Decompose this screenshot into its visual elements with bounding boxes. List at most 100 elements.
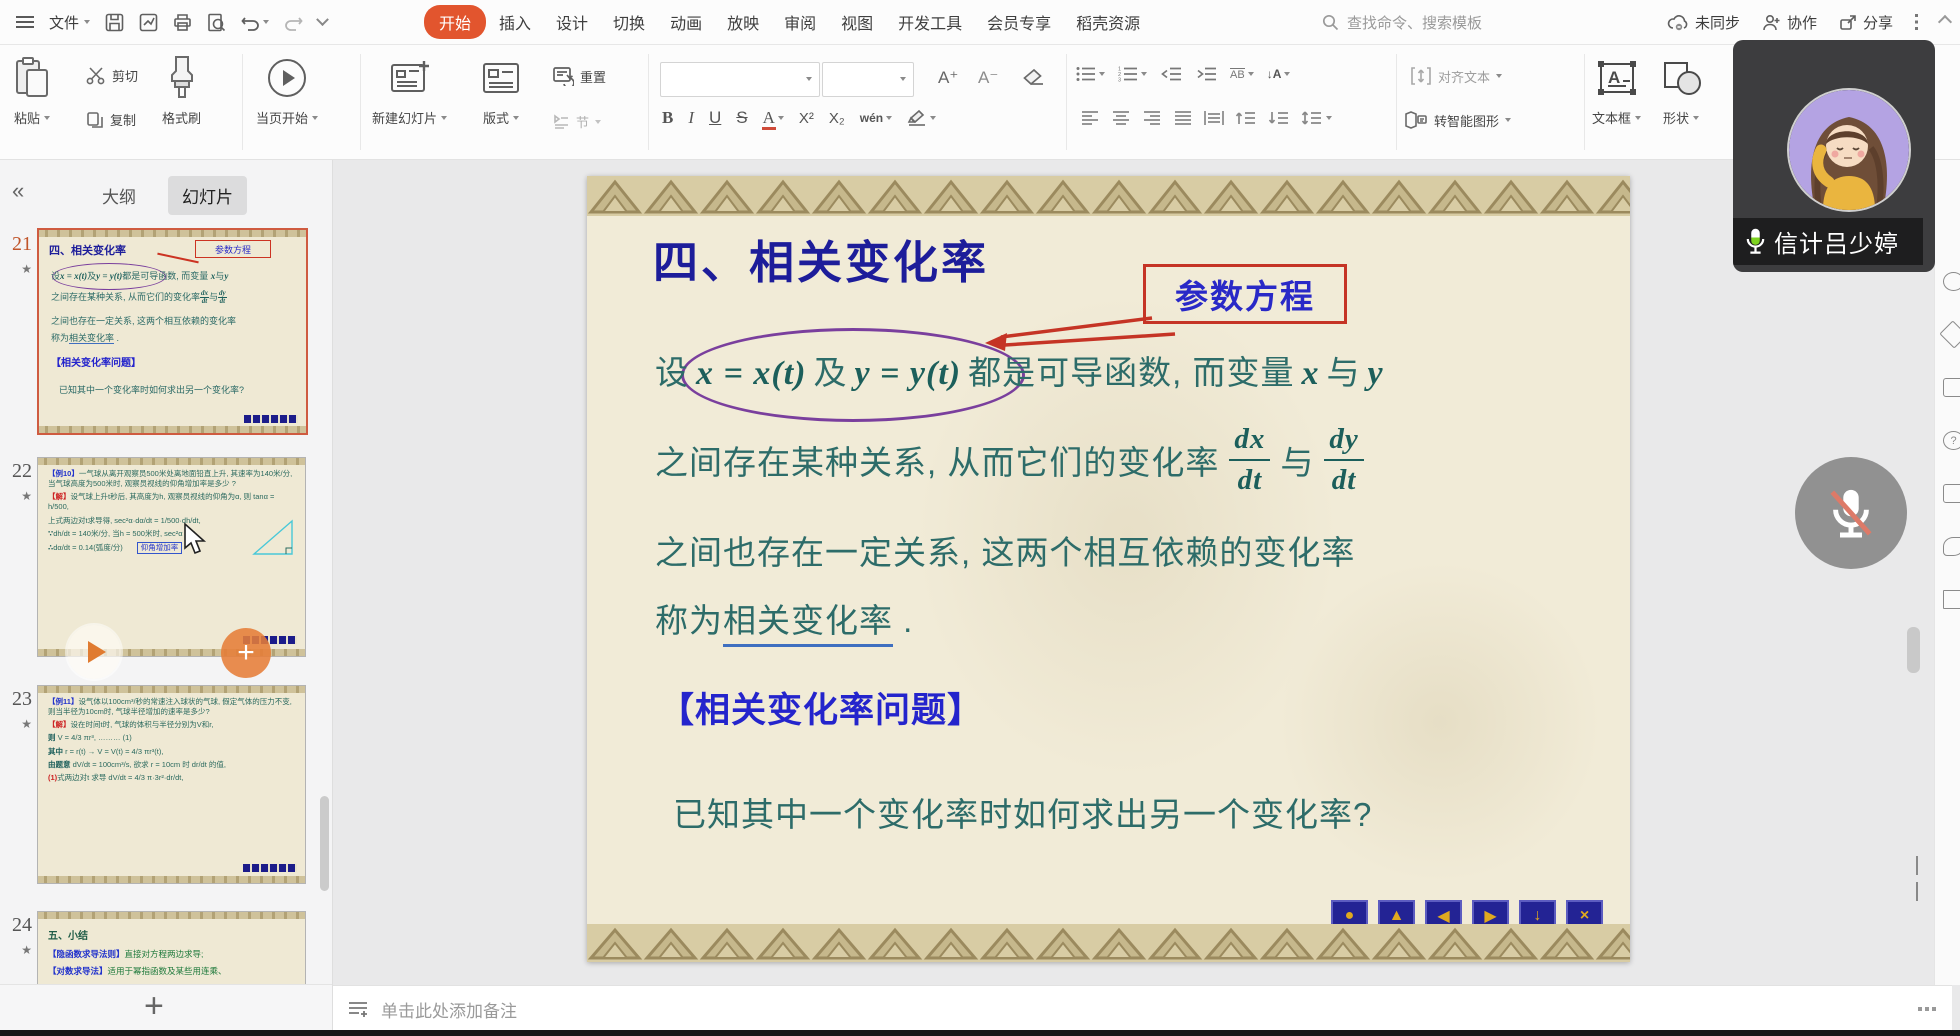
- webcam-overlay[interactable]: 信计吕少婷: [1733, 40, 1935, 272]
- properties-icon[interactable]: [1943, 272, 1960, 291]
- character-spacing-button[interactable]: AB: [1230, 68, 1254, 81]
- align-center-button[interactable]: [1111, 110, 1131, 126]
- text-direction-button[interactable]: ↓A: [1267, 67, 1291, 81]
- line-spacing-up-icon[interactable]: [1235, 110, 1257, 126]
- reading-pane-icon[interactable]: [1943, 590, 1960, 609]
- text-box-button[interactable]: A 文本框: [1592, 54, 1641, 127]
- tab-view[interactable]: 视图: [829, 6, 885, 38]
- tab-devtools[interactable]: 开发工具: [886, 6, 974, 38]
- reset-button[interactable]: 重置: [552, 66, 606, 86]
- tab-home[interactable]: 开始: [424, 5, 486, 39]
- undo-button[interactable]: [241, 14, 269, 31]
- shapes-button[interactable]: 形状: [1660, 54, 1702, 127]
- current-slide[interactable]: 四、相关变化率 参数方程 设 x = x(t) 及 y = y(t) 都是可导函…: [587, 176, 1630, 962]
- copy-button[interactable]: 复制: [86, 110, 136, 129]
- superscript-button[interactable]: X²: [799, 110, 814, 127]
- slide-text-line3[interactable]: 之间也存在一定关系, 这两个相互依赖的变化率: [655, 526, 1355, 574]
- microphone-mute-button[interactable]: [1795, 457, 1907, 569]
- quick-tools-icon[interactable]: [1943, 537, 1960, 556]
- layout-button[interactable]: 版式: [480, 54, 522, 127]
- print-preview-icon[interactable]: [207, 13, 226, 32]
- italic-button[interactable]: I: [688, 108, 694, 128]
- sync-status[interactable]: 未同步: [1667, 12, 1740, 33]
- tab-docer[interactable]: 稻壳资源: [1064, 6, 1152, 38]
- tab-transition[interactable]: 切换: [601, 6, 657, 38]
- decrease-font-button[interactable]: A⁻: [978, 68, 998, 88]
- tab-slides[interactable]: 幻灯片: [168, 176, 247, 215]
- numbered-list-button[interactable]: 123: [1118, 66, 1147, 82]
- comment-icon[interactable]: [1943, 484, 1960, 503]
- slide-text-line4[interactable]: 称为相关变化率 .: [655, 594, 913, 642]
- collapse-panel-button[interactable]: «: [12, 178, 24, 204]
- file-menu[interactable]: 文件: [49, 12, 90, 33]
- phonetic-guide-button[interactable]: wén: [860, 111, 892, 125]
- slide-title[interactable]: 四、相关变化率: [653, 226, 989, 291]
- font-family-select[interactable]: [660, 62, 820, 97]
- notes-more-icon[interactable]: [1918, 1007, 1936, 1011]
- tab-outline[interactable]: 大纲: [88, 176, 150, 215]
- redo-button[interactable]: [284, 14, 303, 31]
- slide-thumbnail-22[interactable]: 【例10】一气球从离开观察员500米处离地面铅直上升, 其速率为140米/分, …: [37, 457, 306, 657]
- section-button[interactable]: 节: [552, 112, 601, 131]
- share-button[interactable]: 分享: [1839, 12, 1893, 33]
- help-icon[interactable]: ?: [1943, 431, 1960, 450]
- output-icon[interactable]: [139, 13, 158, 32]
- cut-button[interactable]: 剪切: [86, 66, 138, 85]
- strikethrough-button[interactable]: S: [736, 108, 747, 128]
- font-color-button[interactable]: A: [763, 108, 784, 128]
- previous-slide-scroll-button[interactable]: [1916, 858, 1918, 876]
- panel-scrollbar-thumb[interactable]: [320, 796, 329, 891]
- more-options-icon[interactable]: [1915, 14, 1918, 30]
- slide-thumbnail-23[interactable]: 【例11】设气体以100cm³/秒的常速注入球状的气球, 假定气体的压力不变, …: [37, 685, 306, 884]
- distribute-button[interactable]: [1204, 110, 1224, 126]
- paste-button[interactable]: 粘贴: [14, 54, 50, 127]
- line-spacing-button[interactable]: [1301, 110, 1332, 126]
- decrease-indent-button[interactable]: [1160, 66, 1182, 82]
- next-slide-scroll-button[interactable]: [1916, 882, 1918, 900]
- font-size-select[interactable]: [822, 62, 914, 97]
- new-slide-button[interactable]: 新建幻灯片: [372, 54, 447, 127]
- justify-button[interactable]: [1173, 110, 1193, 126]
- align-text-button[interactable]: 对齐文本: [1410, 66, 1502, 86]
- align-left-button[interactable]: [1080, 110, 1100, 126]
- align-right-button[interactable]: [1142, 110, 1162, 126]
- canvas-scrollbar-thumb[interactable]: [1907, 627, 1920, 673]
- underline-button[interactable]: U: [709, 108, 721, 128]
- slide-text-line2[interactable]: 之间存在某种关系, 从而它们的变化率 dxdt 与 dydt: [655, 412, 1374, 508]
- notes-bar[interactable]: 单击此处添加备注: [333, 985, 1952, 1032]
- main-menu-icon[interactable]: [16, 16, 34, 28]
- tab-review[interactable]: 审阅: [772, 6, 828, 38]
- subscript-button[interactable]: X₂: [829, 110, 845, 127]
- tab-design[interactable]: 设计: [544, 6, 600, 38]
- smart-graphic-button[interactable]: 转智能图形: [1404, 110, 1511, 130]
- tab-insert[interactable]: 插入: [487, 6, 543, 38]
- increase-indent-button[interactable]: [1195, 66, 1217, 82]
- search-box[interactable]: 查找命令、搜索模板: [1322, 0, 1482, 44]
- add-slide-button[interactable]: +: [132, 987, 176, 1026]
- tab-animation[interactable]: 动画: [658, 6, 714, 38]
- animation-pane-icon[interactable]: [1943, 378, 1960, 397]
- slide-question[interactable]: 已知其中一个变化率时如何求出另一个变化率?: [673, 788, 1372, 836]
- play-from-current-button[interactable]: 当页开始: [256, 54, 318, 127]
- quickbar-more-icon[interactable]: [316, 13, 329, 26]
- effects-icon[interactable]: [1939, 320, 1960, 348]
- line-spacing-down-icon[interactable]: [1268, 110, 1290, 126]
- undo-dropdown-icon[interactable]: [263, 20, 269, 24]
- clear-format-button[interactable]: [1022, 68, 1046, 88]
- play-preview-button[interactable]: [67, 625, 121, 679]
- insert-slide-here-button[interactable]: +: [221, 628, 271, 678]
- slide-thumbnail-21[interactable]: 四、相关变化率 参数方程 设x = x(t)及y = y(t)都是可导函数, 而…: [37, 228, 308, 435]
- bullet-list-button[interactable]: [1076, 66, 1105, 82]
- collaborate-button[interactable]: 协作: [1762, 12, 1817, 33]
- format-painter-button[interactable]: 格式刷: [162, 54, 201, 127]
- problem-header[interactable]: 【相关变化率问题】: [659, 682, 983, 733]
- highlight-button[interactable]: [907, 109, 936, 127]
- print-icon[interactable]: [173, 13, 192, 32]
- bold-button[interactable]: B: [662, 108, 673, 128]
- collapse-ribbon-icon[interactable]: [1938, 15, 1952, 29]
- tab-member[interactable]: 会员专享: [975, 6, 1063, 38]
- tab-slideshow[interactable]: 放映: [715, 6, 771, 38]
- callout-box[interactable]: 参数方程: [1143, 264, 1347, 324]
- slide-text-line1[interactable]: 设 x = x(t) 及 y = y(t) 都是可导函数, 而变量 x 与 y: [655, 346, 1391, 394]
- save-icon[interactable]: [105, 13, 124, 32]
